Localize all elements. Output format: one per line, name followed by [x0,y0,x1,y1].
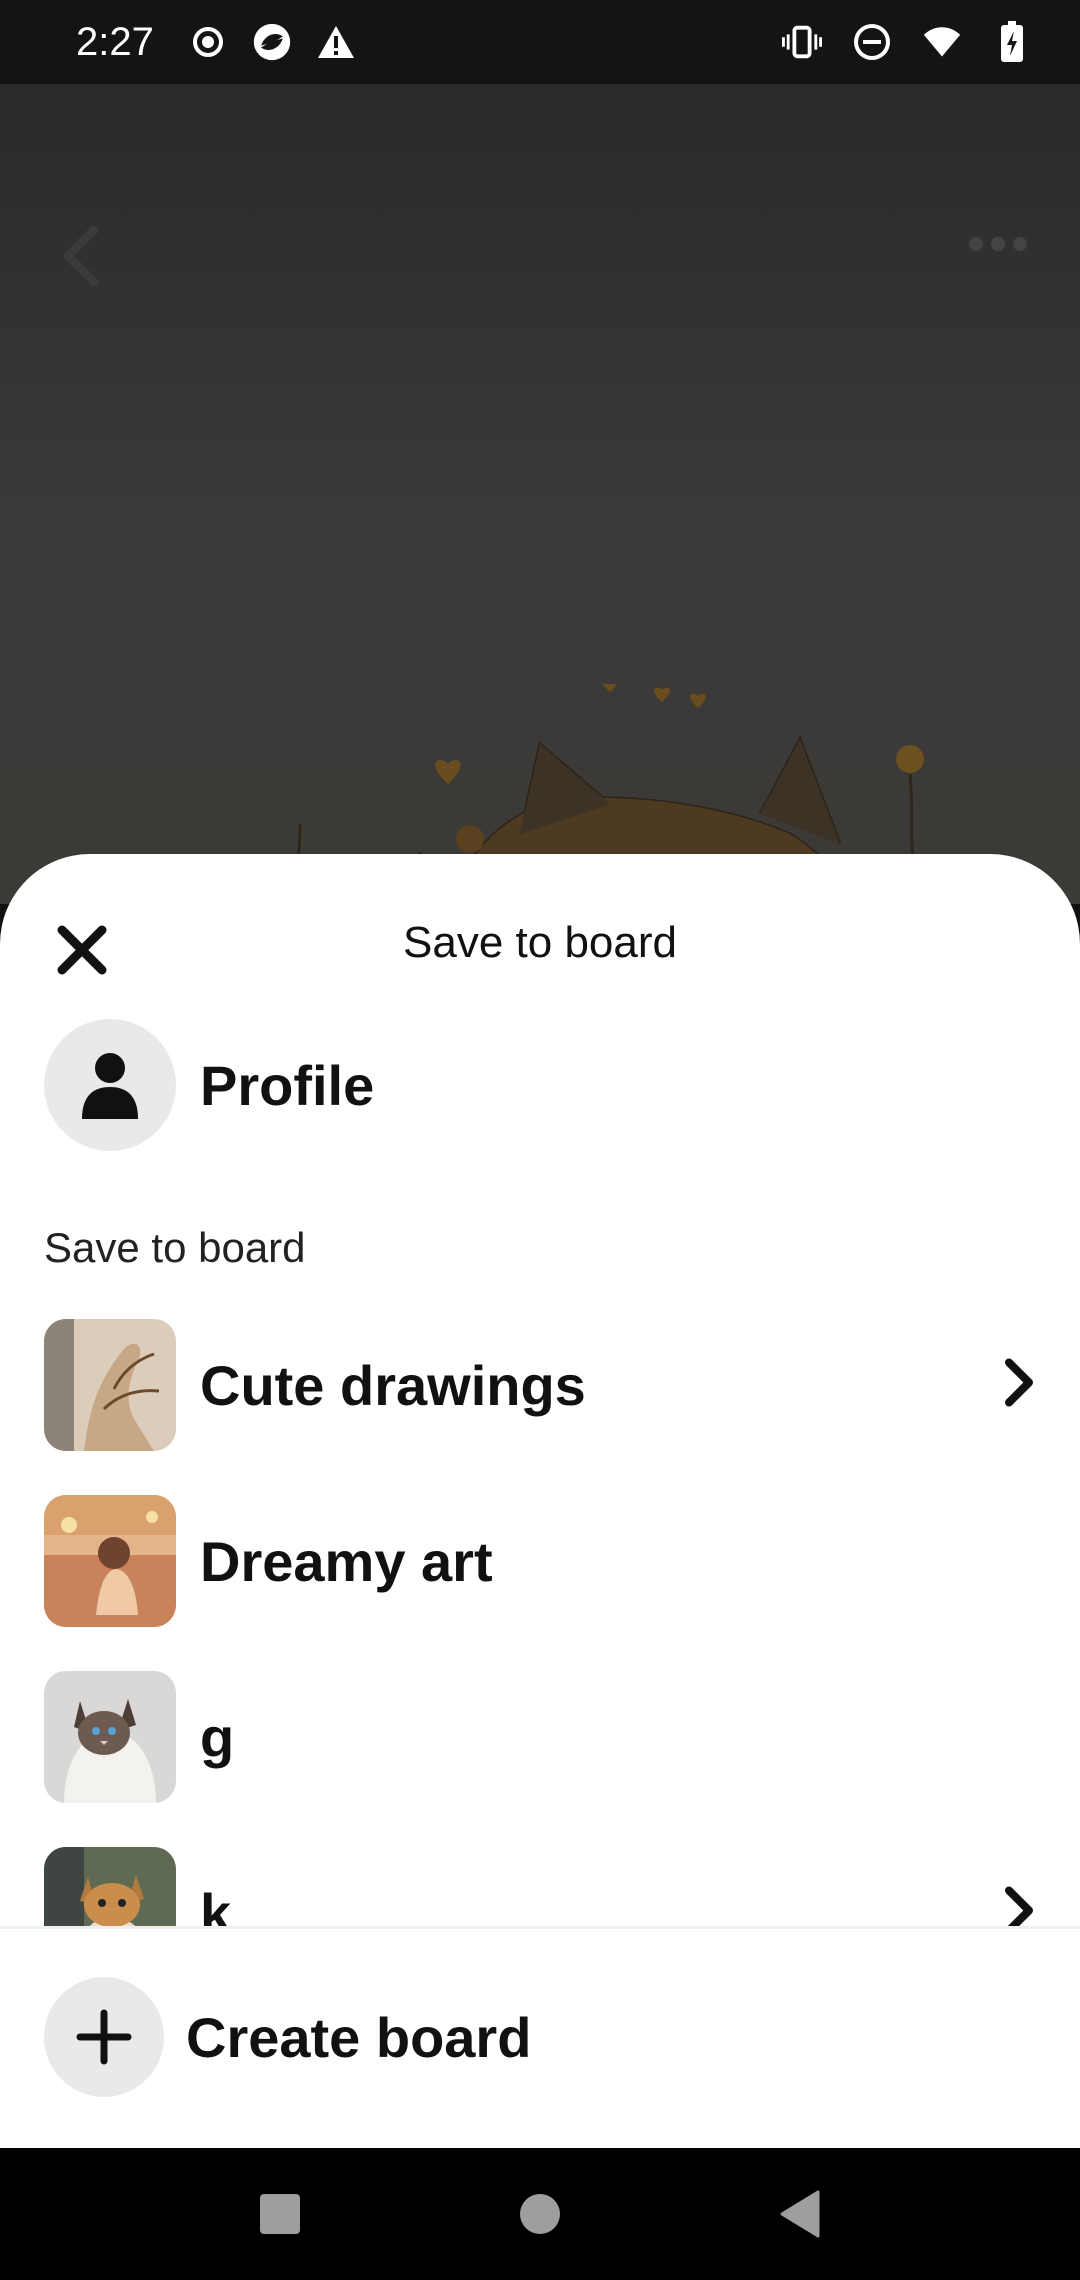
status-time: 2:27 [76,19,154,64]
navigation-bar [0,2148,1080,2280]
back-button[interactable] [765,2179,835,2249]
vibrate-icon [782,22,822,62]
sheet-header: Save to board [0,854,1080,1034]
recents-square-icon [260,2194,300,2234]
board-name: Cute drawings [200,1353,586,1417]
home-button[interactable] [505,2179,575,2249]
avatar [44,1019,176,1151]
chevron-left-icon[interactable] [56,224,104,293]
board-row-dreamy-art[interactable]: Dreamy art [0,1473,1080,1649]
create-board-button[interactable]: Create board [44,1977,531,2097]
board-thumbnail [44,1319,176,1451]
plus-circle [44,1977,164,2097]
profile-name: Profile [200,1053,375,1117]
status-left-icons [188,22,356,62]
screen: 2:27 Save to board Profile Save to board… [0,0,1080,2280]
board-name: Dreamy art [200,1529,493,1593]
do-not-disturb-icon [852,22,892,62]
home-circle-icon [520,2194,560,2234]
battery-charging-icon [992,21,1032,62]
back-triangle-icon [780,2190,820,2238]
board-thumbnail [44,1495,176,1627]
create-board-label: Create board [186,2005,532,2069]
section-label: Save to board [44,1224,306,1271]
app-icon [252,22,292,62]
board-row-cute-drawings[interactable]: Cute drawings [0,1297,1080,1473]
recents-button[interactable] [245,2179,315,2249]
board-thumbnail [44,1671,176,1803]
person-icon [82,1053,138,1119]
pin-background [0,84,1080,944]
warning-icon [316,22,356,62]
sheet-footer: Create board [0,1926,1080,2148]
wifi-icon [922,22,962,62]
sheet-title: Save to board [403,918,677,967]
status-right-icons [782,21,1032,62]
board-row-g[interactable]: g [0,1649,1080,1825]
status-bar: 2:27 [0,0,1080,84]
board-list: Cute drawings Dreamy art g k [0,1297,1080,2001]
more-horizontal-icon[interactable] [968,234,1028,259]
profile-row[interactable]: Profile [44,1019,374,1151]
chevron-right-icon[interactable] [1002,1357,1036,1414]
record-icon [188,22,228,62]
plus-icon [76,2009,132,2065]
save-to-board-sheet: Save to board Profile Save to board Cute… [0,854,1080,2148]
board-name: g [200,1705,235,1769]
